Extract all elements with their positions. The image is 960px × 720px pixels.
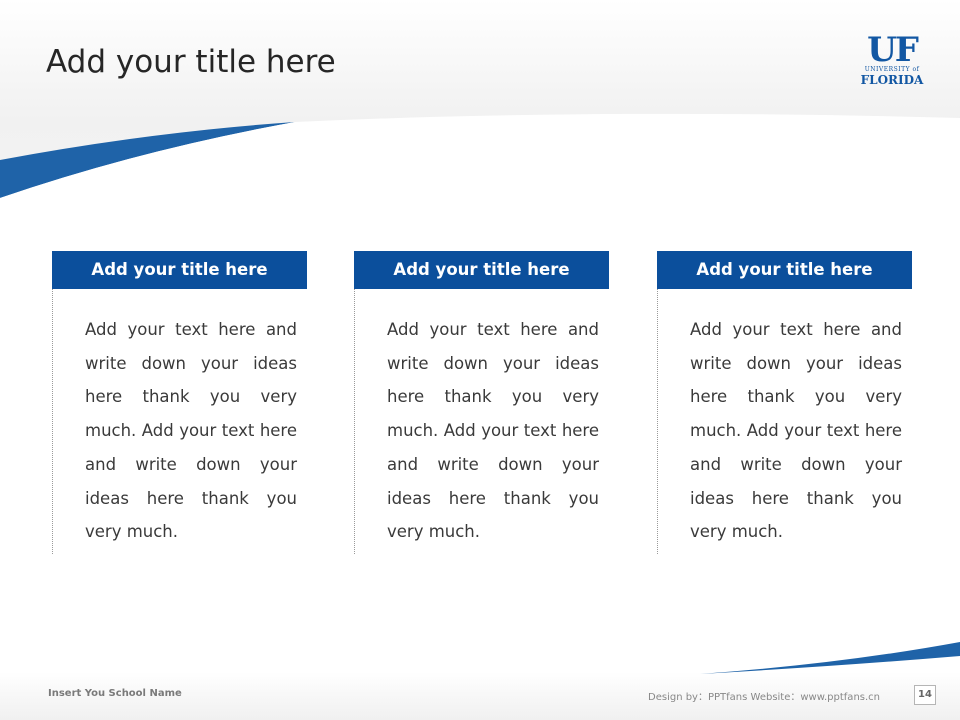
card-body: Add your text here and write down your i… (52, 289, 307, 554)
content-card-3: Add your title here Add your text here a… (657, 251, 912, 554)
card-title: Add your title here (657, 251, 912, 289)
school-name: Insert You School Name (48, 688, 182, 699)
card-body: Add your text here and write down your i… (657, 289, 912, 554)
card-text: Add your text here and write down your i… (85, 320, 297, 542)
logo-line-2: FLORIDA (860, 73, 924, 87)
card-text: Add your text here and write down your i… (690, 320, 902, 542)
university-logo: UF UNIVERSITY of FLORIDA (860, 30, 924, 96)
bottom-swoosh-decoration (700, 642, 960, 674)
card-title: Add your title here (52, 251, 307, 289)
design-credit: Design by：PPTfans Website：www.pptfans.cn (648, 692, 881, 703)
content-card-1: Add your title here Add your text here a… (52, 251, 307, 554)
slide-title: Add your title here (46, 44, 336, 80)
content-card-2: Add your title here Add your text here a… (354, 251, 609, 554)
top-swoosh-decoration (0, 113, 960, 220)
card-title: Add your title here (354, 251, 609, 289)
card-body: Add your text here and write down your i… (354, 289, 609, 554)
card-text: Add your text here and write down your i… (387, 320, 599, 542)
logo-mark: UF (867, 30, 919, 70)
page-number: 14 (914, 685, 936, 705)
